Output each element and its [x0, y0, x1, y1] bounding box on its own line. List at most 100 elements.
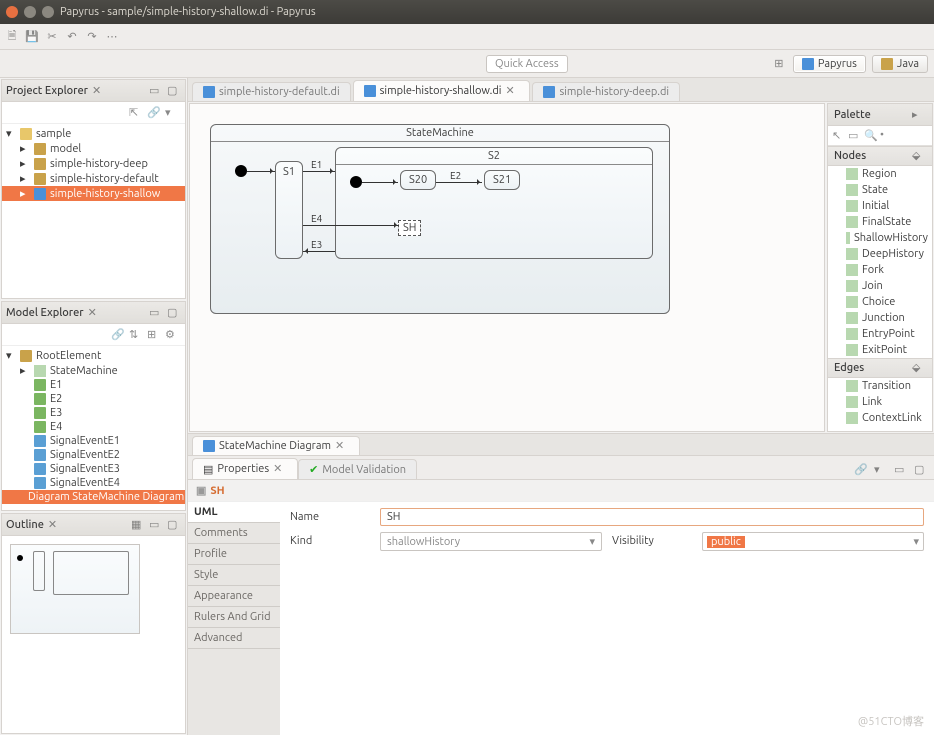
project-explorer-item-4[interactable]: ▸simple-history-shallow	[2, 186, 185, 201]
redo-icon[interactable]: ↷	[84, 29, 100, 45]
maximize-icon[interactable]: ▢	[914, 463, 928, 477]
selection-tool-icon[interactable]: ↖	[832, 129, 846, 143]
visibility-select[interactable]: public▾	[702, 532, 924, 551]
tab-statemachine-diagram[interactable]: StateMachine Diagram✕	[192, 436, 360, 455]
palette-node-join[interactable]: Join	[828, 278, 932, 294]
maximize-icon[interactable]: ▢	[167, 518, 181, 532]
link-editor-icon[interactable]: 🔗	[111, 328, 125, 342]
close-icon[interactable]: ✕	[88, 306, 102, 320]
cut-icon[interactable]: ✂	[44, 29, 60, 45]
model-explorer-item-1[interactable]: ▸StateMachine	[2, 363, 185, 378]
project-explorer-item-2[interactable]: ▸simple-history-deep	[2, 156, 185, 171]
model-explorer-item-10[interactable]: Diagram StateMachine Diagram	[2, 490, 185, 504]
palette-edge-link[interactable]: Link	[828, 394, 932, 410]
initial-node[interactable]	[235, 165, 247, 177]
model-explorer-item-8[interactable]: SignalEventE3	[2, 462, 185, 476]
name-field[interactable]: SH	[380, 508, 924, 526]
transition-e4[interactable]	[303, 225, 399, 226]
palette-edge-contextlink[interactable]: ContextLink	[828, 410, 932, 426]
transition-s20-s21[interactable]	[436, 182, 482, 183]
palette-node-exitpoint[interactable]: ExitPoint	[828, 342, 932, 358]
palette-node-initial[interactable]: Initial	[828, 198, 932, 214]
palette-group-edges[interactable]: Edges⬙	[828, 358, 932, 378]
editor-tab-1[interactable]: simple-history-shallow.di✕	[353, 80, 531, 101]
state-s21[interactable]: S21	[484, 170, 520, 190]
open-perspective-icon[interactable]: ⊞	[771, 56, 787, 72]
model-explorer-item-9[interactable]: SignalEventE4	[2, 476, 185, 490]
project-explorer-item-1[interactable]: ▸model	[2, 141, 185, 156]
link-icon[interactable]: 🔗	[854, 463, 868, 477]
perspective-java[interactable]: Java	[872, 55, 928, 73]
minimize-icon[interactable]: ▭	[149, 518, 163, 532]
model-explorer-item-0[interactable]: ▾RootElement	[2, 348, 185, 363]
pin-icon[interactable]: ⬙	[912, 361, 926, 375]
properties-tab-profile[interactable]: Profile	[188, 544, 280, 565]
palette-collapse-icon[interactable]: ▸	[912, 108, 926, 122]
statemachine-frame[interactable]: StateMachine S1 S2 S20 S21 E2 SH	[210, 124, 670, 314]
properties-tab-rulers-and-grid[interactable]: Rulers And Grid	[188, 607, 280, 628]
palette-edge-transition[interactable]: Transition	[828, 378, 932, 394]
properties-tab-advanced[interactable]: Advanced	[188, 628, 280, 649]
palette-node-junction[interactable]: Junction	[828, 310, 932, 326]
project-explorer-item-0[interactable]: ▾sample	[2, 126, 185, 141]
quick-access-input[interactable]: Quick Access	[486, 55, 568, 73]
minimize-icon[interactable]: ▭	[149, 306, 163, 320]
filter-icon[interactable]: ⚙	[165, 328, 179, 342]
link-editor-icon[interactable]: 🔗	[147, 106, 161, 120]
properties-tab-appearance[interactable]: Appearance	[188, 586, 280, 607]
more-toolbar-icon[interactable]: ⋯	[104, 29, 120, 45]
project-explorer-item-3[interactable]: ▸simple-history-default	[2, 171, 185, 186]
model-explorer-item-6[interactable]: SignalEventE1	[2, 434, 185, 448]
sort-icon[interactable]: ⇅	[129, 328, 143, 342]
model-explorer-item-4[interactable]: E3	[2, 406, 185, 420]
tab-properties[interactable]: ▤Properties✕	[192, 458, 298, 479]
state-s1[interactable]: S1	[275, 161, 303, 259]
collapse-all-icon[interactable]: ⇱	[129, 106, 143, 120]
palette-node-region[interactable]: Region	[828, 166, 932, 182]
pin-icon[interactable]: ⬙	[912, 149, 926, 163]
palette-node-state[interactable]: State	[828, 182, 932, 198]
model-explorer-item-2[interactable]: E1	[2, 378, 185, 392]
palette-group-nodes[interactable]: Nodes⬙	[828, 146, 932, 166]
palette-node-deephistory[interactable]: DeepHistory	[828, 246, 932, 262]
outline-thumbnail[interactable]	[10, 544, 140, 634]
view-menu-icon[interactable]: ▾	[874, 463, 888, 477]
properties-tab-comments[interactable]: Comments	[188, 523, 280, 544]
kind-select[interactable]: shallowHistory▾	[380, 532, 602, 551]
marquee-tool-icon[interactable]: ▭	[848, 129, 862, 143]
state-s20[interactable]: S20	[400, 170, 436, 190]
overview-icon[interactable]: ▦	[131, 518, 145, 532]
close-icon[interactable]: ✕	[48, 518, 62, 532]
transition-e1[interactable]	[303, 171, 335, 172]
maximize-icon[interactable]: ▢	[167, 84, 181, 98]
palette-node-entrypoint[interactable]: EntryPoint	[828, 326, 932, 342]
palette-node-fork[interactable]: Fork	[828, 262, 932, 278]
close-icon[interactable]: ✕	[335, 439, 349, 453]
zoom-tool-icon[interactable]: 🔍	[864, 129, 878, 143]
close-icon[interactable]: ✕	[92, 84, 106, 98]
view-menu-icon[interactable]: ▾	[165, 106, 179, 120]
state-s2[interactable]: S2 S20 S21 E2 SH	[335, 147, 653, 259]
window-minimize-icon[interactable]	[24, 6, 36, 18]
expand-icon[interactable]: ⊞	[147, 328, 161, 342]
transition-e3[interactable]	[303, 251, 335, 252]
perspective-papyrus[interactable]: Papyrus	[793, 55, 866, 73]
palette-node-choice[interactable]: Choice	[828, 294, 932, 310]
initial-node-s2[interactable]	[350, 176, 362, 188]
shallow-history-node[interactable]: SH	[398, 220, 421, 236]
model-explorer-item-5[interactable]: E4	[2, 420, 185, 434]
editor-tab-2[interactable]: simple-history-deep.di	[532, 82, 680, 101]
model-explorer-item-3[interactable]: E2	[2, 392, 185, 406]
properties-tab-uml[interactable]: UML	[188, 502, 280, 523]
maximize-icon[interactable]: ▢	[167, 306, 181, 320]
save-icon[interactable]: 💾	[24, 29, 40, 45]
diagram-editor[interactable]: StateMachine S1 S2 S20 S21 E2 SH	[189, 103, 825, 432]
model-explorer-item-7[interactable]: SignalEventE2	[2, 448, 185, 462]
window-close-icon[interactable]	[6, 6, 18, 18]
palette-node-shallowhistory[interactable]: ShallowHistory	[828, 230, 932, 246]
minimize-icon[interactable]: ▭	[149, 84, 163, 98]
editor-tab-0[interactable]: simple-history-default.di	[192, 82, 351, 101]
close-icon[interactable]: ✕	[273, 462, 287, 476]
minimize-icon[interactable]: ▭	[894, 463, 908, 477]
palette-node-finalstate[interactable]: FinalState	[828, 214, 932, 230]
